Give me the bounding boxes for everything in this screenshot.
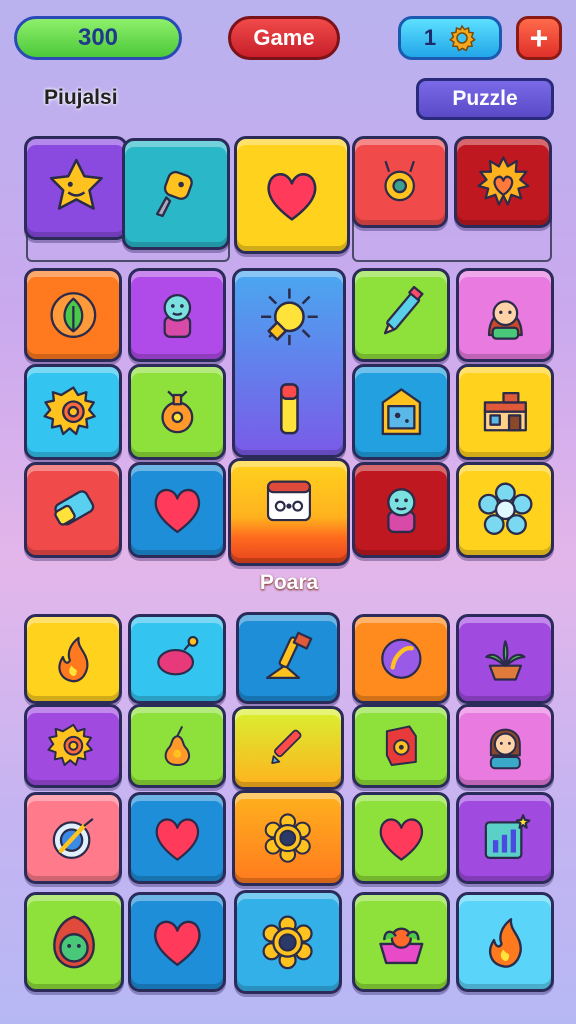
battery-icon [279,383,299,435]
game-tile[interactable] [24,268,122,362]
robot-face-icon [266,480,312,522]
game-tile[interactable] [232,790,344,886]
game-tile[interactable] [352,364,450,460]
eraser-icon [53,490,94,526]
fire-icon [58,637,88,683]
leaf-icon [50,292,96,338]
character-icon [386,488,416,534]
game-tile[interactable] [24,704,122,788]
game-tile[interactable] [24,792,122,884]
shop-icon [483,392,527,432]
game-label: Game [253,25,315,50]
level-display: 1 [398,16,502,60]
game-tile[interactable] [232,706,344,790]
game-tile[interactable] [24,614,122,704]
game-tile[interactable] [456,892,554,992]
lips-icon [156,636,199,676]
fire-icon [488,918,522,968]
game-tile[interactable] [456,364,554,460]
heart-icon [155,818,199,861]
game-tile[interactable] [352,892,450,992]
game-tile[interactable] [352,136,448,228]
game-tile[interactable] [352,792,450,884]
girl-avatar-icon [487,300,523,340]
sun-icon [260,288,318,346]
egg-face-icon [53,915,95,969]
character-icon [163,293,191,338]
game-tile[interactable] [128,364,226,460]
star-face-icon [49,158,103,210]
game-tile[interactable] [24,462,122,558]
score-value: 300 [77,24,119,51]
score-display: 300 [14,16,182,60]
chart-icon [484,813,531,859]
game-tile[interactable] [24,364,122,460]
game-tile[interactable] [236,612,340,704]
pear-icon [164,726,190,767]
potion-icon [160,390,194,434]
frame-icon [381,388,421,436]
game-tile[interactable] [234,890,342,994]
fruit-bowl-icon [378,927,424,965]
heart-icon [154,489,200,534]
compass-icon [52,817,94,859]
game-tile[interactable] [352,268,450,362]
game-tile[interactable] [122,138,230,250]
game-tile[interactable] [128,792,226,884]
pen-icon [271,730,302,765]
ball-icon [380,638,422,680]
heart-icon [379,818,423,861]
safe-icon [385,725,417,767]
flower-icon [477,482,533,536]
gear-icon [449,24,477,52]
plant-icon [484,640,526,681]
featured-tile[interactable] [228,458,350,566]
puzzle-label: Puzzle [452,87,518,110]
spiral-sun-icon [43,386,96,436]
boy-avatar-icon [489,729,521,770]
heart-icon [267,172,317,221]
add-button[interactable]: + [516,16,562,60]
plus-label: + [529,20,549,56]
board-title: Piujalsi [44,86,118,109]
game-tile[interactable] [232,268,346,458]
game-tile[interactable] [24,892,124,992]
shovel-icon [265,631,312,679]
puzzle-button[interactable]: Puzzle [416,78,554,120]
game-tile[interactable] [128,614,226,704]
sun-heart-icon [477,156,529,206]
ring-icon [384,160,416,201]
game-tile[interactable] [234,136,350,254]
key-icon [156,171,194,218]
game-tile[interactable] [456,704,554,788]
game-tile[interactable] [128,892,226,992]
donut-icon [264,813,312,863]
game-tile[interactable] [128,268,226,362]
game-tile[interactable] [454,136,552,228]
game-tile[interactable] [128,704,226,788]
level-value: 1 [423,25,437,50]
game-tile[interactable] [352,614,450,704]
pencil-icon [383,285,424,335]
game-tile[interactable] [128,462,226,558]
game-tile[interactable] [24,136,128,240]
featured-tile-label: Poara [259,571,319,594]
spiral-sun-icon [47,724,93,767]
game-tile[interactable] [456,268,554,362]
game-button[interactable]: Game [228,16,340,60]
game-tile[interactable] [352,462,450,558]
game-tile[interactable] [352,704,450,788]
game-tile[interactable] [456,462,554,558]
game-tile[interactable] [456,792,554,884]
heart-icon [153,920,201,966]
game-tile[interactable] [456,614,554,704]
donut-icon [262,915,314,969]
